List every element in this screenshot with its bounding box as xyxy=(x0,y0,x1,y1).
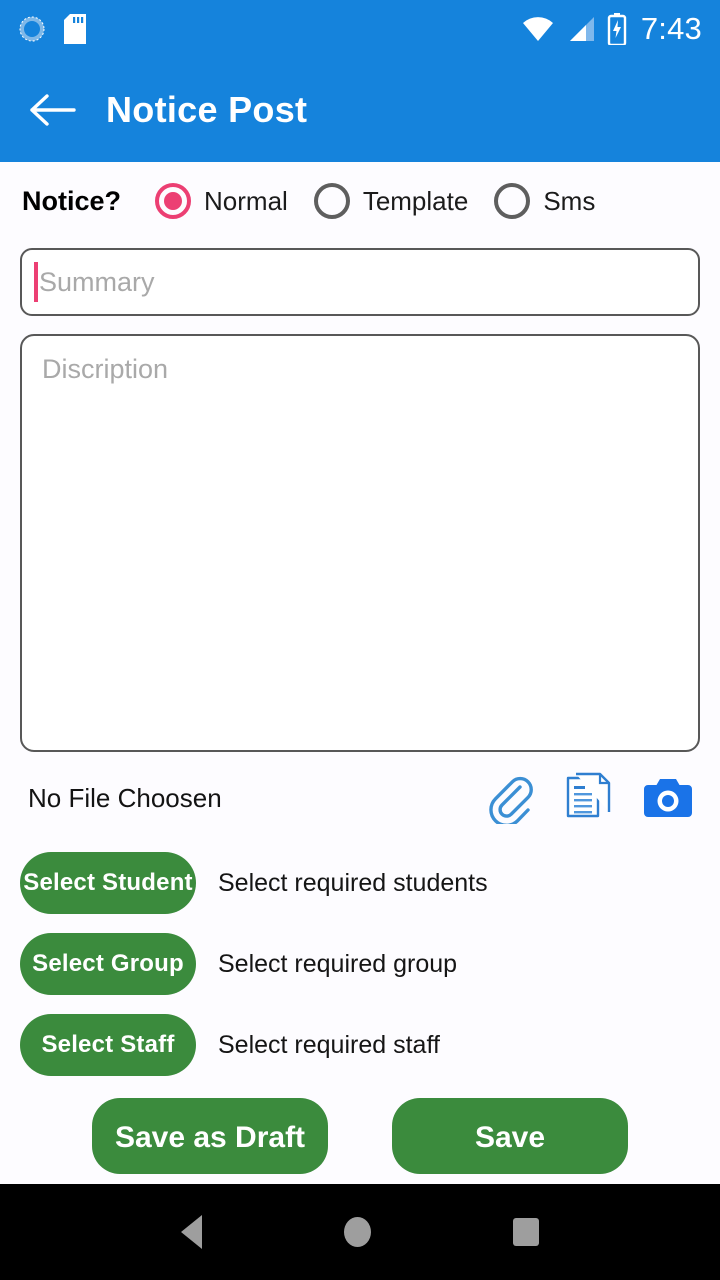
radio-option-sms[interactable]: Sms xyxy=(494,183,595,219)
cellular-signal-icon xyxy=(566,14,596,44)
save-button[interactable]: Save xyxy=(392,1098,628,1174)
select-staff-button[interactable]: Select Staff xyxy=(20,1014,196,1076)
summary-placeholder: Summary xyxy=(39,266,155,297)
attachment-status-text: No File Choosen xyxy=(28,782,222,813)
battery-charging-icon xyxy=(607,13,627,47)
attachment-actions xyxy=(484,772,694,824)
description-placeholder: Discription xyxy=(42,354,169,384)
radio-template-label: Template xyxy=(362,185,469,216)
select-staff-hint: Select required staff xyxy=(218,1030,440,1059)
app-bar: Notice Post xyxy=(0,58,720,162)
nav-back-icon[interactable] xyxy=(181,1215,202,1249)
selector-row-group: Select Group Select required group xyxy=(20,933,700,995)
radio-option-template[interactable]: Template xyxy=(313,183,469,219)
selector-row-student: Select Student Select required students xyxy=(20,852,700,914)
radio-option-normal[interactable]: Normal xyxy=(155,183,288,219)
paperclip-icon[interactable] xyxy=(484,772,536,824)
sync-icon xyxy=(18,15,46,43)
status-bar-right: 7:43 xyxy=(521,11,702,47)
page-title: Notice Post xyxy=(106,89,308,130)
camera-icon[interactable] xyxy=(642,775,694,821)
back-arrow-icon[interactable] xyxy=(30,93,76,127)
select-student-button[interactable]: Select Student xyxy=(20,852,196,914)
radio-template-icon[interactable] xyxy=(313,183,350,219)
text-caret xyxy=(34,262,38,302)
notice-type-row: Notice? Normal Template Sms xyxy=(20,162,700,240)
selector-row-staff: Select Staff Select required staff xyxy=(20,1014,700,1076)
attachment-row: No File Choosen xyxy=(20,754,700,842)
radio-normal-label: Normal xyxy=(204,185,288,216)
document-icon[interactable] xyxy=(564,772,614,824)
notice-type-label: Notice? xyxy=(22,185,122,216)
form-actions: Save as Draft Save xyxy=(20,1098,700,1174)
selector-list: Select Student Select required students … xyxy=(20,852,700,1076)
sd-card-icon xyxy=(64,14,86,44)
save-as-draft-button[interactable]: Save as Draft xyxy=(92,1098,328,1174)
notice-type-radio-group: Normal Template Sms xyxy=(155,183,595,219)
system-navigation-bar xyxy=(0,1184,720,1280)
radio-sms-icon[interactable] xyxy=(494,183,531,219)
nav-recents-icon[interactable] xyxy=(513,1218,539,1246)
status-bar-left xyxy=(18,14,86,44)
wifi-icon xyxy=(521,14,555,44)
radio-normal-icon[interactable] xyxy=(155,183,192,219)
main-content: Notice? Normal Template Sms Summary Disc… xyxy=(0,162,720,1280)
select-group-button[interactable]: Select Group xyxy=(20,933,196,995)
select-student-hint: Select required students xyxy=(218,868,488,897)
status-bar: 7:43 xyxy=(0,0,720,58)
radio-sms-label: Sms xyxy=(543,185,596,216)
nav-home-icon[interactable] xyxy=(344,1217,371,1247)
description-input[interactable]: Discription xyxy=(20,334,700,752)
select-group-hint: Select required group xyxy=(218,949,458,978)
status-bar-clock: 7:43 xyxy=(640,11,702,46)
summary-input[interactable]: Summary xyxy=(20,248,700,316)
